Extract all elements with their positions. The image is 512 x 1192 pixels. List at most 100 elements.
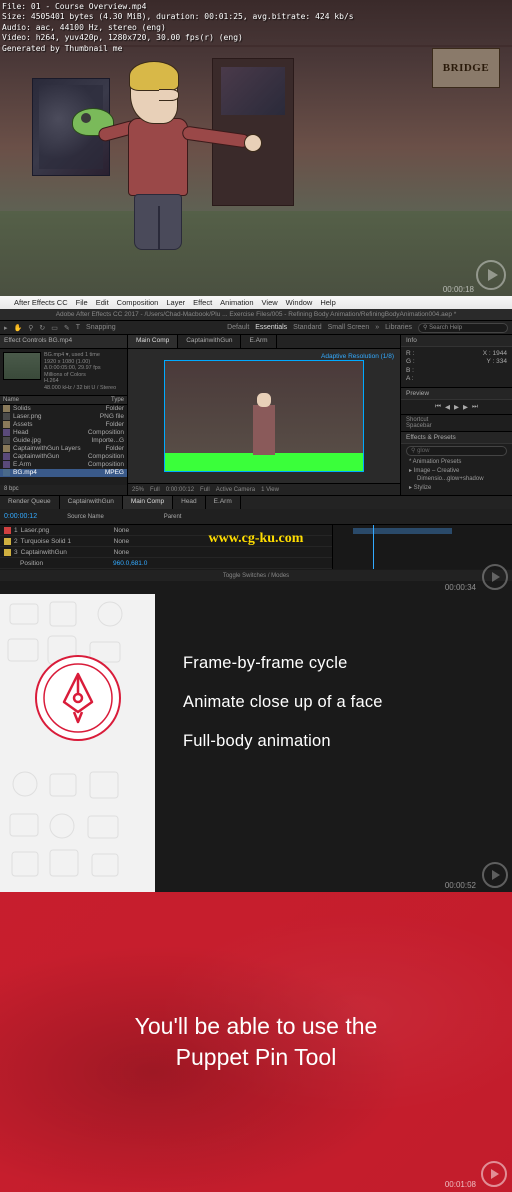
menu-layer[interactable]: Layer — [166, 298, 185, 307]
timestamp: 00:00:18 — [443, 285, 474, 294]
hand-tool-icon[interactable]: ✋ — [14, 324, 23, 332]
timestamp: 00:00:34 — [445, 583, 476, 592]
play-icon[interactable] — [482, 564, 508, 590]
mac-menubar[interactable]: After Effects CC File Edit Composition L… — [0, 296, 512, 309]
course-slide-red: You'll be able to use the Puppet Pin Too… — [0, 892, 512, 1192]
comp-tab-captain[interactable]: CaptainwithGun — [178, 335, 241, 348]
meta-size: Size: 4505401 bytes (4.30 MiB), duration… — [2, 12, 354, 22]
meta-generated: Generated by Thumbnail me — [2, 44, 354, 54]
menu-help[interactable]: Help — [320, 298, 335, 307]
viewer-footer: 25% Full 0:00:00:12 Full Active Camera 1… — [128, 483, 400, 495]
preview-play-icon[interactable]: ▶ — [454, 403, 459, 411]
effects-panel-title[interactable]: Effects & Presets — [401, 432, 512, 444]
asset-info: BG.mp4 ▾, used 1 time 1920 x 1080 (1.00)… — [44, 352, 116, 392]
info-panel-title[interactable]: Info — [401, 335, 512, 347]
folder-icon — [3, 445, 10, 452]
menu-file[interactable]: File — [76, 298, 88, 307]
video-metadata: File: 01 - Course Overview.mp4 Size: 450… — [2, 2, 354, 54]
ws-more-icon[interactable]: » — [375, 324, 379, 331]
timeline-graph[interactable] — [332, 525, 512, 569]
preview-first-icon[interactable]: ⏮ — [435, 403, 441, 411]
project-list[interactable]: SolidsFolder Laser.pngPNG file AssetsFol… — [0, 405, 127, 485]
project-tab[interactable]: Effect Controls BG.mp4 — [0, 335, 127, 349]
tl-tab-main[interactable]: Main Comp — [123, 496, 173, 509]
menu-animation[interactable]: Animation — [220, 298, 253, 307]
folder-icon — [3, 405, 10, 412]
shape-tool-icon[interactable]: ▭ — [51, 324, 58, 332]
project-panel: Effect Controls BG.mp4 BG.mp4 ▾, used 1 … — [0, 335, 128, 495]
timestamp: 00:01:08 — [445, 1180, 476, 1189]
preset-row[interactable]: ▸ Stylize — [401, 483, 512, 492]
search-icon: ⚲ — [411, 447, 415, 454]
composition-panel: Main Comp CaptainwithGun E.Arm Adaptive … — [128, 335, 400, 495]
meta-video: Video: h264, yuv420p, 1280x720, 30.00 fp… — [2, 33, 354, 43]
timecode[interactable]: 0:00:00:12 — [4, 513, 37, 520]
playhead[interactable] — [373, 525, 374, 569]
rotate-tool-icon[interactable]: ↻ — [39, 324, 45, 332]
menu-view[interactable]: View — [262, 298, 278, 307]
preset-row[interactable]: * Animation Presets — [401, 458, 512, 466]
menu-composition[interactable]: Composition — [117, 298, 159, 307]
bullet-1: Frame-by-frame cycle — [183, 654, 484, 673]
tl-tab-captain[interactable]: CaptainwithGun — [60, 496, 123, 509]
folder-icon — [3, 421, 10, 428]
menu-effect[interactable]: Effect — [193, 298, 212, 307]
image-icon — [3, 437, 10, 444]
after-effects-ui: After Effects CC File Edit Composition L… — [0, 296, 512, 594]
meta-audio: Audio: aac, 44100 Hz, stereo (eng) — [2, 23, 354, 33]
comp-tab-earm[interactable]: E.Arm — [241, 335, 276, 348]
bridge-sign: BRIDGE — [432, 48, 500, 88]
window-title: Adobe After Effects CC 2017 - /Users/Cha… — [0, 309, 512, 321]
ws-small[interactable]: Small Screen — [328, 324, 370, 331]
preview-next-icon[interactable]: ▶ — [463, 403, 468, 411]
preview-panel-title[interactable]: Preview — [401, 388, 512, 400]
meta-file: File: 01 - Course Overview.mp4 — [2, 2, 354, 12]
text-tool-icon[interactable]: T — [76, 324, 80, 331]
zoom-tool-icon[interactable]: ⚲ — [28, 324, 33, 332]
play-icon[interactable] — [481, 1161, 507, 1187]
animation-preview-frame: File: 01 - Course Overview.mp4 Size: 450… — [0, 0, 512, 296]
pen-tool-icon[interactable]: ✎ — [64, 324, 70, 332]
bullet-3: Full-body animation — [183, 732, 484, 751]
pen-tool-badge-icon — [34, 654, 122, 742]
play-icon[interactable] — [476, 260, 506, 290]
layer-color — [4, 549, 11, 556]
bpc-indicator[interactable]: 8 bpc — [0, 485, 127, 495]
asset-thumbnail[interactable] — [3, 352, 41, 380]
snapping-label[interactable]: Snapping — [86, 324, 116, 331]
video-icon — [3, 469, 10, 476]
menu-window[interactable]: Window — [286, 298, 313, 307]
background-pattern — [0, 594, 155, 892]
libraries-link[interactable]: Libraries — [385, 324, 412, 331]
search-help-input[interactable]: ⚲ Search Help — [418, 323, 508, 333]
bullet-2: Animate close up of a face — [183, 693, 484, 712]
preset-row[interactable]: ▸ Image – Creative — [401, 466, 512, 475]
comp-tab-main[interactable]: Main Comp — [128, 335, 178, 348]
preview-prev-icon[interactable]: ◀ — [445, 403, 450, 411]
course-slide-bullets: Frame-by-frame cycle Animate close up of… — [0, 594, 512, 892]
tl-tab-earm[interactable]: E.Arm — [206, 496, 241, 509]
ws-standard[interactable]: Standard — [293, 324, 321, 331]
layer-color — [4, 527, 11, 534]
ws-essentials[interactable]: Essentials — [255, 324, 287, 331]
composition-viewer[interactable]: Adaptive Resolution (1/8) — [128, 349, 400, 483]
menu-app[interactable]: After Effects CC — [14, 298, 68, 307]
right-panels: Info R :X : 1944 G :Y : 334 B : A : Prev… — [400, 335, 512, 495]
preview-last-icon[interactable]: ⏭ — [472, 403, 478, 411]
shortcut-label: ShortcutSpacebar — [401, 415, 512, 432]
slide-left-panel — [0, 594, 155, 892]
preset-row[interactable]: Dimensio...glow+shadow — [401, 475, 512, 483]
play-icon[interactable] — [482, 862, 508, 888]
image-icon — [3, 413, 10, 420]
cartoon-character — [90, 46, 270, 266]
timeline-panel: Render Queue CaptainwithGun Main Comp He… — [0, 495, 512, 581]
timestamp: 00:00:52 — [445, 881, 476, 890]
menu-edit[interactable]: Edit — [96, 298, 109, 307]
tl-tab-head[interactable]: Head — [173, 496, 206, 509]
toggle-switches[interactable]: Toggle Switches / Modes — [0, 570, 512, 581]
zoom-level[interactable]: 25% — [132, 487, 144, 493]
effects-search-input[interactable]: ⚲ glow — [406, 446, 507, 456]
ws-default[interactable]: Default — [227, 324, 249, 331]
tl-tab-render[interactable]: Render Queue — [0, 496, 60, 509]
pointer-tool-icon[interactable]: ▸ — [4, 324, 8, 332]
